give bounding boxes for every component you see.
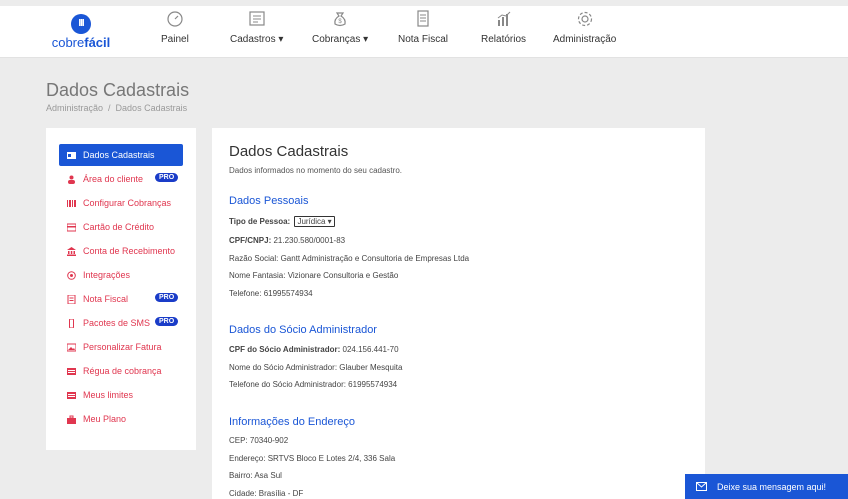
cnpj-label: CPF/CNPJ: xyxy=(229,236,272,245)
chat-widget-label: Deixe sua mensagem aqui! xyxy=(717,481,827,492)
nav-administracao[interactable]: Administração xyxy=(553,10,616,45)
sidebar-item-conta-recebimento[interactable]: Conta de Recebimento xyxy=(59,240,183,262)
sidebar-item-nota-fiscal[interactable]: Nota Fiscal PRO xyxy=(59,288,183,310)
ruler-icon xyxy=(67,367,76,375)
logo-text: cobrefácil xyxy=(51,35,111,50)
sidebar-item-integracoes[interactable]: Integrações xyxy=(59,264,183,286)
tipo-pessoa-label: Tipo de Pessoa: xyxy=(229,217,291,226)
nav-nota-fiscal[interactable]: Nota Fiscal xyxy=(398,10,448,45)
credit-card-icon xyxy=(67,223,76,231)
telefone: Telefone: 61995574934 xyxy=(229,289,313,298)
page-title: Dados Cadastrais xyxy=(46,80,190,100)
nav-label: Nota Fiscal xyxy=(398,34,449,45)
sidebar-item-label: Régua de cobrança xyxy=(83,366,162,376)
list-icon xyxy=(67,391,76,399)
section-heading-socio: Dados do Sócio Administrador xyxy=(229,324,377,336)
image-icon xyxy=(67,343,76,351)
bank-icon xyxy=(67,246,76,256)
tipo-pessoa-row: Tipo de Pessoa: Jurídica ▾ xyxy=(229,216,335,227)
razao-social: Razão Social: Gantt Administração e Cons… xyxy=(229,254,470,263)
settings-sidebar: Dados Cadastrais Área do cliente PRO Con… xyxy=(46,128,196,450)
sidebar-item-cartao-credito[interactable]: Cartão de Crédito xyxy=(59,216,183,238)
sidebar-item-pacotes-sms[interactable]: Pacotes de SMS PRO xyxy=(59,312,183,334)
sidebar-item-label: Meu Plano xyxy=(83,414,127,424)
nav-label: Painel xyxy=(161,34,189,45)
chat-widget-button[interactable]: Deixe sua mensagem aqui! xyxy=(685,474,848,499)
nav-label: Cobranças ▾ xyxy=(312,34,369,45)
registration-panel: Dados Cadastrais Dados informados no mom… xyxy=(212,128,705,499)
nav-label: Relatórios xyxy=(481,34,527,45)
sidebar-item-meus-limites[interactable]: Meus limites xyxy=(59,384,183,406)
sidebar-item-dados-cadastrais[interactable]: Dados Cadastrais xyxy=(59,144,183,166)
sidebar-item-configurar-cobrancas[interactable]: Configurar Cobranças xyxy=(59,192,183,214)
logo-badge: III xyxy=(71,14,91,34)
bairro: Bairro: Asa Sul xyxy=(229,471,282,480)
pro-badge: PRO xyxy=(155,173,179,182)
brand-logo[interactable]: III cobrefácil xyxy=(46,14,116,50)
form-icon xyxy=(249,11,265,26)
cpf-socio-row: CPF do Sócio Administrador: 024.156.441-… xyxy=(229,345,399,354)
sidebar-item-meu-plano[interactable]: Meu Plano xyxy=(59,408,183,430)
sidebar-item-personalizar-fatura[interactable]: Personalizar Fatura xyxy=(59,336,183,358)
gear-icon xyxy=(577,11,592,27)
document-icon xyxy=(417,10,429,27)
nav-cobrancas[interactable]: $ Cobranças ▾ xyxy=(312,10,368,45)
nav-label: Administração xyxy=(553,34,617,45)
gauge-icon xyxy=(167,11,183,27)
sidebar-item-label: Dados Cadastrais xyxy=(83,150,155,160)
nav-painel[interactable]: Painel xyxy=(161,10,189,45)
nome-fantasia: Nome Fantasia: Vizionare Consultoria e G… xyxy=(229,271,399,280)
nome-socio: Nome do Sócio Administrador: Glauber Mes… xyxy=(229,363,403,372)
plug-icon xyxy=(67,270,76,280)
id-card-icon xyxy=(67,151,76,159)
briefcase-icon xyxy=(67,415,76,424)
cnpj-value: 21.230.580/0001-83 xyxy=(273,236,346,245)
telefone-socio: Telefone do Sócio Administrador: 6199557… xyxy=(229,380,398,389)
bar-chart-icon xyxy=(497,11,510,26)
section-heading-endereco: Informações do Endereço xyxy=(229,416,355,428)
cnpj-row: CPF/CNPJ: 21.230.580/0001-83 xyxy=(229,236,345,245)
cep: CEP: 70340-902 xyxy=(229,436,289,445)
user-icon xyxy=(68,175,75,184)
money-bag-icon: $ xyxy=(334,12,346,27)
sidebar-item-label: Nota Fiscal xyxy=(83,294,129,304)
sidebar-item-regua-cobranca[interactable]: Régua de cobrança xyxy=(59,360,183,382)
top-navbar: III cobrefácil Painel Cadastros ▾ $ Cobr… xyxy=(0,6,848,58)
nav-label: Cadastros ▾ xyxy=(230,34,284,45)
cpf-socio-label: CPF do Sócio Administrador: xyxy=(229,345,341,354)
phone-icon xyxy=(69,318,74,328)
nav-cadastros[interactable]: Cadastros ▾ xyxy=(230,10,283,45)
panel-title: Dados Cadastrais xyxy=(229,143,349,160)
nav-relatorios[interactable]: Relatórios xyxy=(481,10,526,45)
section-heading-dados-pessoais: Dados Pessoais xyxy=(229,195,309,207)
pro-badge: PRO xyxy=(155,317,179,326)
tipo-pessoa-select[interactable]: Jurídica ▾ xyxy=(294,216,335,227)
sidebar-item-label: Integrações xyxy=(83,270,131,280)
breadcrumb-root[interactable]: Administração xyxy=(46,103,103,113)
breadcrumb: Administração / Dados Cadastrais xyxy=(46,103,187,113)
sidebar-item-label: Conta de Recebimento xyxy=(83,246,176,256)
invoice-icon xyxy=(67,294,76,304)
sidebar-item-label: Meus limites xyxy=(83,390,134,400)
endereco: Endereço: SRTVS Bloco E Lotes 2/4, 336 S… xyxy=(229,454,396,463)
panel-description: Dados informados no momento do seu cadas… xyxy=(229,166,402,175)
sidebar-item-label: Área do cliente xyxy=(83,174,144,184)
sidebar-item-area-cliente[interactable]: Área do cliente PRO xyxy=(59,168,183,190)
breadcrumb-current: Dados Cadastrais xyxy=(115,103,188,113)
sidebar-item-label: Configurar Cobranças xyxy=(83,198,172,208)
pro-badge: PRO xyxy=(155,293,179,302)
cpf-socio-value: 024.156.441-70 xyxy=(342,345,399,354)
sidebar-item-label: Personalizar Fatura xyxy=(83,342,162,352)
cidade: Cidade: Brasília - DF xyxy=(229,489,304,498)
breadcrumb-separator: / xyxy=(108,103,111,113)
sidebar-item-label: Pacotes de SMS xyxy=(83,318,151,328)
message-icon xyxy=(696,482,707,491)
barcode-icon xyxy=(67,199,76,207)
sidebar-item-label: Cartão de Crédito xyxy=(83,222,155,232)
svg-text:$: $ xyxy=(338,19,342,25)
